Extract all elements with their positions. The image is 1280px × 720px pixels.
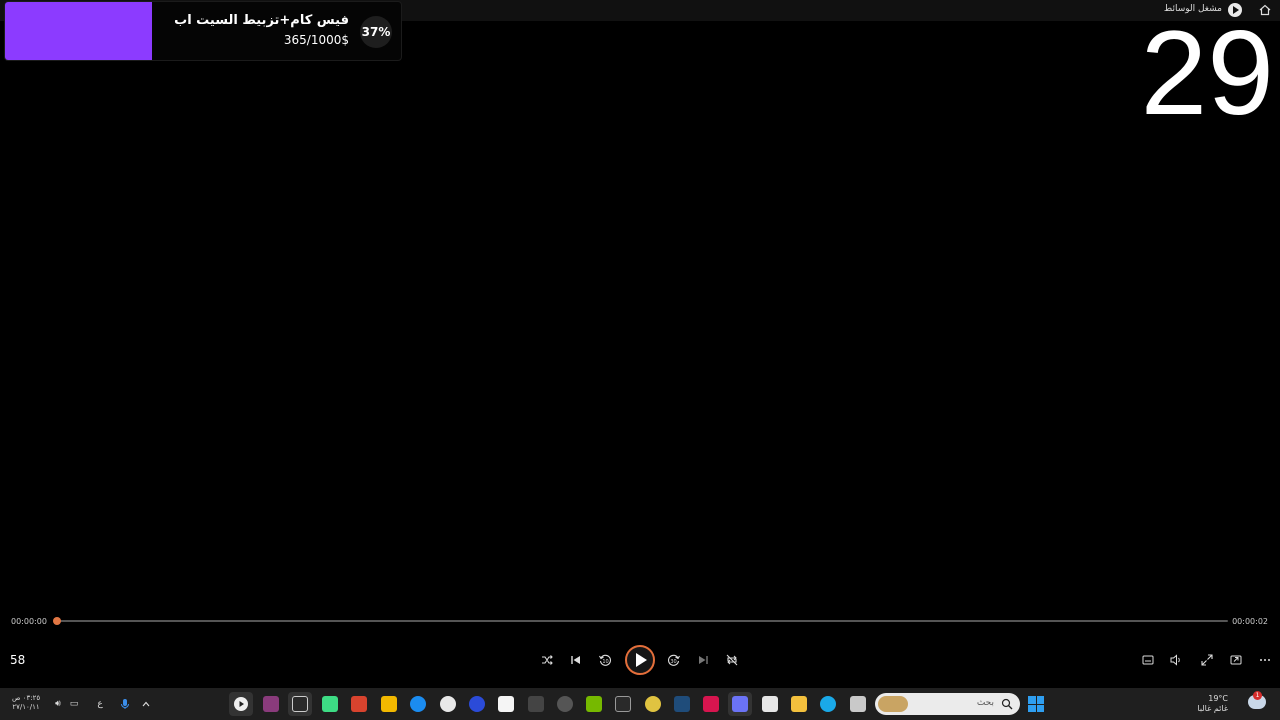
voicemeeter-icon[interactable] xyxy=(351,696,367,712)
whatsapp-icon[interactable] xyxy=(440,696,456,712)
repeat-button[interactable] xyxy=(722,650,742,670)
previous-icon xyxy=(571,656,580,664)
adobe-icon[interactable] xyxy=(703,696,719,712)
previous-button[interactable] xyxy=(566,650,586,670)
epic-games-icon-2[interactable] xyxy=(615,696,631,712)
repeat-off-icon xyxy=(726,654,738,666)
forward-30-label: 30 xyxy=(670,659,676,665)
windows-start-icon[interactable] xyxy=(1028,696,1044,712)
search-highlight-image xyxy=(878,696,908,712)
bluestacks-icon[interactable] xyxy=(410,696,426,712)
edge-icon[interactable] xyxy=(820,696,836,712)
chrome-dev-icon[interactable] xyxy=(557,696,573,712)
next-icon xyxy=(699,656,708,664)
seek-bar[interactable] xyxy=(57,620,1228,622)
weather-description: غائم غالبا xyxy=(1197,704,1228,713)
capcut-icon[interactable] xyxy=(498,696,514,712)
file-explorer-icon[interactable] xyxy=(791,696,807,712)
shuffle-icon xyxy=(542,655,553,665)
forward-30-button[interactable]: 30 xyxy=(664,650,684,670)
rewind-10-button[interactable]: 10 xyxy=(595,650,615,670)
donation-goal-percent: 37% xyxy=(360,16,392,48)
next-button[interactable] xyxy=(693,650,713,670)
nvidia-icon[interactable] xyxy=(586,696,602,712)
rewind-10-label: 10 xyxy=(602,659,608,665)
donation-goal-title: فيس كام+تزبيط السيت اب xyxy=(174,13,349,28)
network-icon[interactable]: ▭ xyxy=(68,698,80,710)
steam-icon[interactable] xyxy=(674,696,690,712)
ea-icon[interactable] xyxy=(469,696,485,712)
mini-player-icon xyxy=(1230,655,1242,665)
mail-icon[interactable] xyxy=(528,696,544,712)
shuffle-button[interactable] xyxy=(537,650,557,670)
notification-badge: 1 xyxy=(1253,691,1262,700)
rockstar-icon[interactable] xyxy=(381,696,397,712)
captions-icon xyxy=(1142,655,1154,665)
chrome-icon[interactable] xyxy=(645,696,661,712)
search-placeholder: بحث xyxy=(976,698,994,708)
donation-goal-widget: فيس كام+تزبيط السيت اب 365/1000$ 37% xyxy=(4,1,402,61)
taskbar: ٠٣:٢٥ ص ٢٧/١٠/١١ 🔊︎ ▭ ع بحث 19°C غائم غا… xyxy=(0,688,1280,720)
fullscreen-icon xyxy=(1201,654,1213,666)
language-indicator[interactable]: ع xyxy=(94,698,106,710)
microphone-icon[interactable] xyxy=(119,698,131,710)
search-icon xyxy=(1001,698,1013,710)
chevron-up-icon[interactable] xyxy=(140,698,152,710)
android-studio-icon[interactable] xyxy=(322,696,338,712)
discord-icon[interactable] xyxy=(732,696,748,712)
current-time: 00:00:00 xyxy=(11,617,47,626)
system-clock[interactable]: ٠٣:٢٥ ص ٢٧/١٠/١١ xyxy=(12,694,40,712)
seek-thumb[interactable] xyxy=(53,617,61,625)
volume-button[interactable] xyxy=(1166,650,1186,670)
store-icon[interactable] xyxy=(762,696,778,712)
winrar-icon[interactable] xyxy=(263,696,279,712)
overlay-counter: 29 xyxy=(1140,6,1274,140)
media-player-icon[interactable] xyxy=(233,696,249,712)
more-icon xyxy=(1260,659,1270,661)
clock-date: ٢٧/١٠/١١ xyxy=(12,703,40,711)
total-time: 00:00:02 xyxy=(1232,617,1268,626)
play-button[interactable] xyxy=(625,645,655,675)
player-controls: 58 10 30 xyxy=(0,636,1280,686)
weather-widget[interactable]: 19°C غائم غالبا xyxy=(1197,694,1228,714)
donation-goal-amount: 365/1000$ xyxy=(283,33,349,47)
overlay-counter-small: 58 xyxy=(10,653,26,667)
forward-30-icon: 30 xyxy=(668,654,680,666)
donation-goal-progress-fill xyxy=(5,2,152,60)
clock-time: ٠٣:٢٥ ص xyxy=(12,694,41,702)
fullscreen-button[interactable] xyxy=(1197,650,1217,670)
captions-button[interactable] xyxy=(1138,650,1158,670)
weather-temperature: 19°C xyxy=(1208,694,1228,703)
speaker-icon[interactable]: 🔊︎ xyxy=(52,698,64,710)
rewind-10-icon: 10 xyxy=(599,654,611,666)
taskbar-search[interactable]: بحث xyxy=(875,693,1020,715)
mini-player-button[interactable] xyxy=(1226,650,1246,670)
epic-games-icon[interactable] xyxy=(292,696,308,712)
task-view-icon[interactable] xyxy=(850,696,866,712)
volume-icon xyxy=(1170,654,1180,666)
more-button[interactable] xyxy=(1255,650,1275,670)
